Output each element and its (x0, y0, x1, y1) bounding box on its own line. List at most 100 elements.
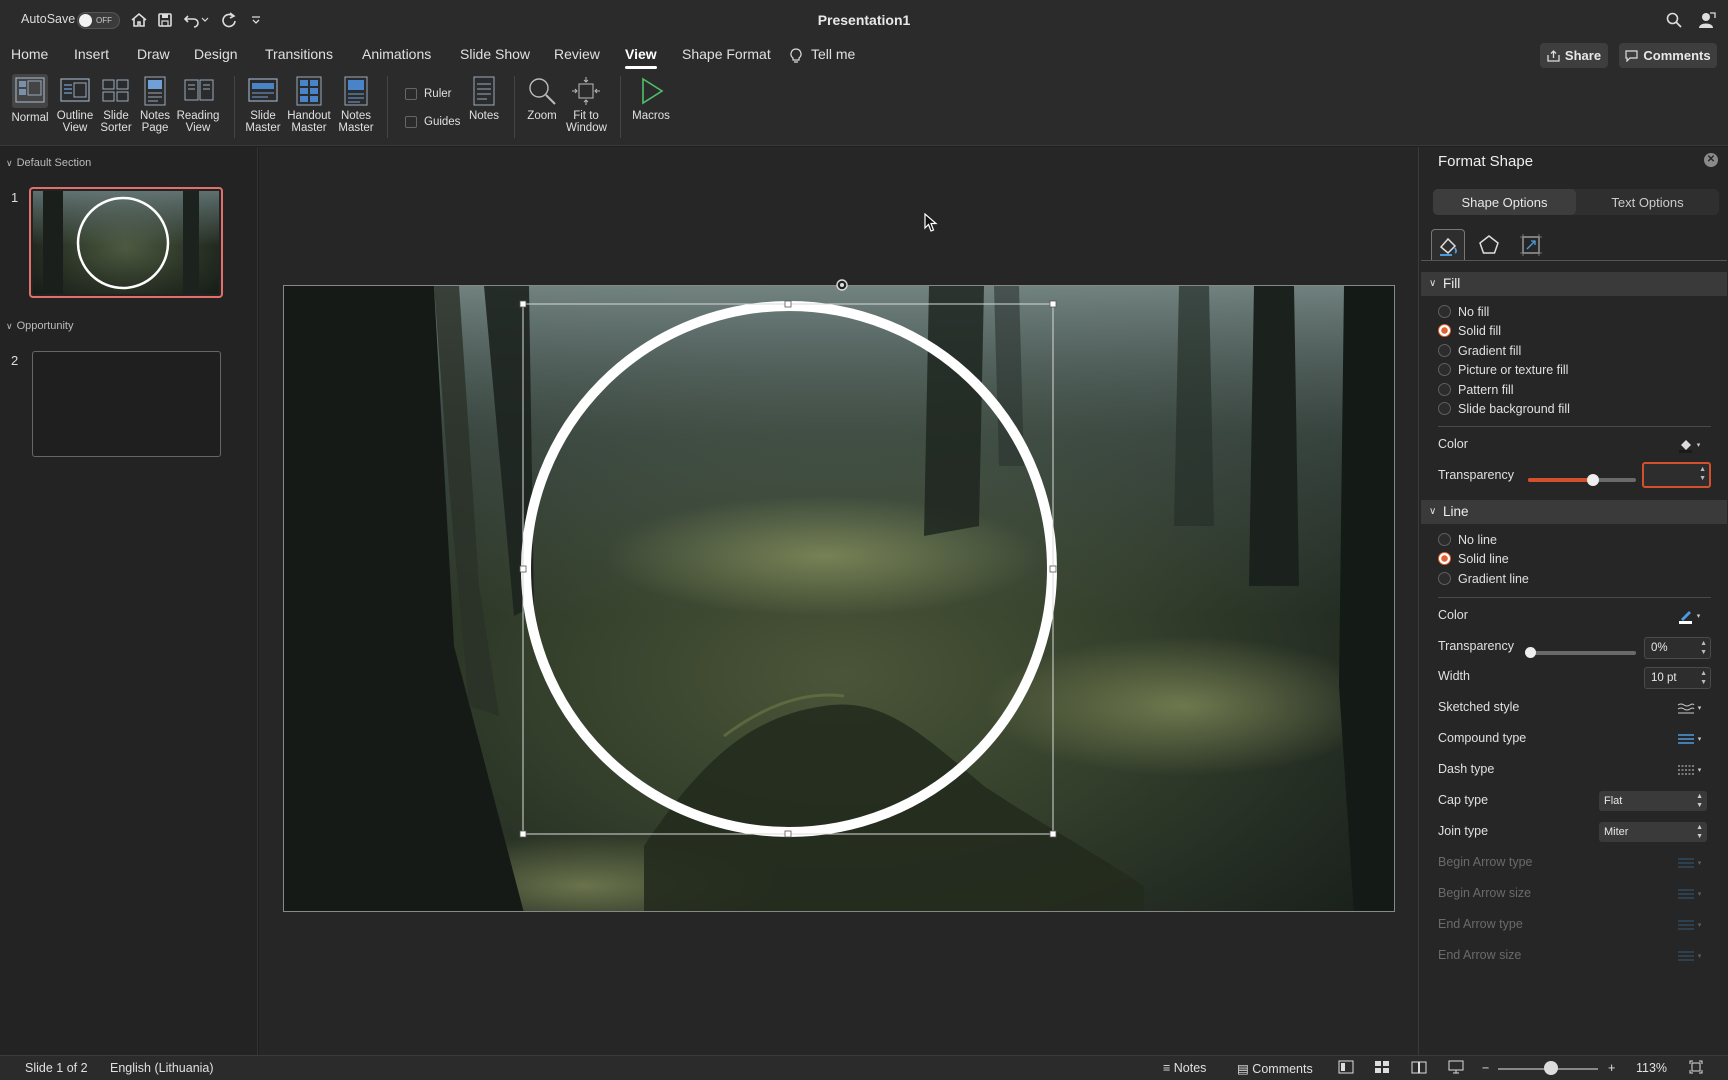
search-icon[interactable] (1664, 10, 1684, 30)
tab-shape-options[interactable]: Shape Options (1433, 189, 1576, 215)
size-properties-icon[interactable] (1514, 229, 1548, 261)
reading-view-button[interactable]: Reading View (175, 76, 221, 134)
outline-view-button[interactable]: Outline View (55, 76, 95, 134)
tab-draw[interactable]: Draw (137, 46, 170, 62)
fit-to-window-button[interactable]: Fit to Window (566, 76, 607, 134)
tab-insert[interactable]: Insert (74, 46, 109, 62)
notes-button[interactable]: Notes (466, 76, 502, 122)
slider-thumb[interactable] (1586, 474, 1599, 486)
save-icon[interactable] (155, 10, 175, 30)
line-section-header[interactable]: ∨ Line (1421, 500, 1727, 524)
fit-slide-icon[interactable] (1689, 1060, 1703, 1077)
comments-button[interactable]: Comments (1619, 43, 1717, 68)
thumbnail-image (33, 191, 219, 294)
tab-home[interactable]: Home (11, 46, 48, 62)
join-type-select[interactable]: Miter ▲ ▼ (1599, 822, 1707, 842)
tab-shape-format[interactable]: Shape Format (682, 46, 771, 62)
reading-view-status-icon[interactable] (1411, 1060, 1427, 1077)
line-color-picker[interactable]: ▾ (1672, 605, 1706, 627)
slide-thumbnail-1[interactable] (29, 187, 223, 298)
rotate-handle-icon[interactable] (834, 277, 850, 293)
stepper-arrows-icon[interactable]: ▲ ▼ (1700, 639, 1707, 657)
fill-transparency-slider[interactable] (1528, 474, 1636, 486)
zoom-button[interactable]: Zoom (524, 76, 560, 122)
line-width-input[interactable]: 10 pt ▲ ▼ (1644, 667, 1711, 689)
notes-master-button[interactable]: Notes Master (336, 76, 376, 134)
zoom-icon (527, 76, 557, 106)
pattern-fill-radio[interactable] (1438, 383, 1451, 396)
zoom-in-icon[interactable]: + (1608, 1061, 1615, 1075)
zoom-out-icon[interactable]: − (1482, 1061, 1489, 1075)
ruler-checkbox[interactable] (405, 88, 417, 100)
section-opportunity[interactable]: ∨ Opportunity (6, 320, 73, 332)
sketched-style-dropdown[interactable]: ▾ (1672, 697, 1706, 719)
fill-transparency-slider-fill (1528, 478, 1593, 482)
slide-1[interactable] (283, 285, 1395, 912)
dash-type-dropdown[interactable]: ▾ (1672, 759, 1706, 781)
tab-text-options[interactable]: Text Options (1576, 189, 1719, 215)
fill-section-header[interactable]: ∨ Fill (1421, 272, 1727, 296)
end-arrow-size-dropdown[interactable]: ▾ (1672, 945, 1706, 967)
begin-arrow-type-dropdown[interactable]: ▾ (1672, 852, 1706, 874)
close-icon[interactable]: ✕ (1704, 153, 1718, 167)
slider-thumb[interactable] (1525, 647, 1536, 658)
macros-button[interactable]: Macros (630, 76, 672, 122)
line-transparency-input[interactable]: 0% ▲ ▼ (1644, 637, 1711, 659)
comments-toggle[interactable]: ▤ Comments (1237, 1061, 1313, 1076)
undo-dropdown-icon[interactable] (200, 10, 210, 30)
slide-sorter-status-icon[interactable] (1374, 1060, 1390, 1077)
pattern-fill-label: Pattern fill (1458, 383, 1514, 397)
gradient-fill-radio[interactable] (1438, 344, 1451, 357)
tab-design[interactable]: Design (194, 46, 238, 62)
fill-transparency-input[interactable]: ▲ ▼ (1642, 462, 1711, 488)
autosave-toggle[interactable]: OFF (77, 12, 120, 29)
stepper-arrows-icon[interactable]: ▲ ▼ (1699, 465, 1706, 483)
tab-review[interactable]: Review (554, 46, 600, 62)
section-default[interactable]: ∨ Default Section (6, 157, 91, 169)
gradient-line-radio[interactable] (1438, 572, 1451, 585)
end-arrow-type-dropdown[interactable]: ▾ (1672, 914, 1706, 936)
guides-checkbox[interactable] (405, 116, 417, 128)
share-button[interactable]: Share (1540, 43, 1608, 68)
slideshow-status-icon[interactable] (1448, 1060, 1464, 1077)
slide-master-button[interactable]: Slide Master (244, 76, 282, 134)
redo-icon[interactable] (219, 10, 239, 30)
stepper-arrows-icon[interactable]: ▲ ▼ (1700, 669, 1707, 687)
no-fill-radio[interactable] (1438, 305, 1451, 318)
effects-pentagon-icon[interactable] (1472, 229, 1506, 261)
tab-animations[interactable]: Animations (362, 46, 431, 62)
notes-page-button[interactable]: Notes Page (136, 76, 174, 134)
normal-view-status-icon[interactable] (1338, 1060, 1354, 1077)
notes-toggle[interactable]: ≡ Notes (1163, 1061, 1206, 1075)
line-width-value: 10 pt (1651, 672, 1677, 684)
slide-sorter-button[interactable]: Slide Sorter (96, 76, 136, 134)
slide-thumbnail-2[interactable] (32, 351, 221, 457)
undo-icon[interactable] (182, 10, 202, 30)
reading-view-label-1: Reading (176, 110, 220, 122)
fill-and-line-icon[interactable] (1431, 229, 1465, 261)
title-bar: AutoSave OFF Presentation1 (0, 0, 1728, 40)
customize-toolbar-icon[interactable] (246, 10, 266, 30)
solid-fill-radio[interactable] (1438, 324, 1451, 337)
line-transparency-slider[interactable] (1525, 647, 1636, 658)
no-line-radio[interactable] (1438, 533, 1451, 546)
tab-slide-show[interactable]: Slide Show (460, 46, 530, 62)
solid-line-radio[interactable] (1438, 552, 1451, 565)
account-icon[interactable] (1697, 10, 1717, 30)
cap-type-select[interactable]: Flat ▲ ▼ (1599, 791, 1707, 811)
zoom-slider-thumb[interactable] (1544, 1061, 1558, 1075)
tab-transitions[interactable]: Transitions (265, 46, 333, 62)
slide-background-fill-radio[interactable] (1438, 402, 1451, 415)
compound-type-dropdown[interactable]: ▾ (1672, 728, 1706, 750)
fill-color-picker[interactable]: ▾ (1672, 434, 1706, 456)
picture-fill-radio[interactable] (1438, 363, 1451, 376)
zoom-level[interactable]: 113% (1636, 1061, 1667, 1075)
normal-view-button[interactable]: Normal (9, 74, 51, 124)
handout-master-button[interactable]: Handout Master (285, 76, 333, 134)
fit-to-window-label-1: Fit to (573, 110, 599, 122)
begin-arrow-size-dropdown[interactable]: ▾ (1672, 883, 1706, 905)
language[interactable]: English (Lithuania) (110, 1061, 214, 1075)
tell-me-search[interactable]: Tell me (811, 46, 855, 62)
tab-view[interactable]: View (625, 46, 657, 69)
home-icon[interactable] (129, 10, 149, 30)
